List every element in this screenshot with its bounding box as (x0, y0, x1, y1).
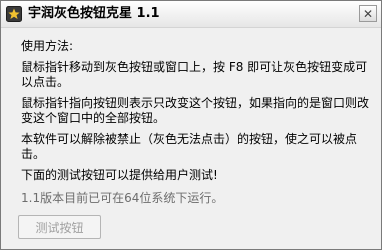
app-star-icon (6, 6, 22, 22)
dialog-body: 使用方法: 鼠标指针移动到灰色按钮或窗口上，按 F8 即可让灰色按钮变成可以点击… (1, 28, 381, 249)
usage-heading: 使用方法: (21, 39, 74, 53)
version-note: 1.1版本目前已可在64位系统下运行。 (21, 191, 224, 205)
app-window: 宇润灰色按钮克星 1.1 ✕ 使用方法: 鼠标指针移动到灰色按钮或窗口上，按 F… (0, 0, 382, 250)
title-bar[interactable]: 宇润灰色按钮克星 1.1 ✕ (1, 1, 381, 28)
close-button[interactable]: ✕ (359, 5, 377, 22)
test-button[interactable]: 测试按钮 (18, 215, 101, 239)
instruction-paragraph-4: 下面的测试按钮可以提供给用户测试! (21, 168, 218, 182)
instruction-paragraph-3: 本软件可以解除被禁止（灰色无法点击）的按钮，使之可以被点击。 (21, 132, 358, 161)
window-title: 宇润灰色按钮克星 1.1 (28, 6, 160, 21)
instruction-paragraph-1: 鼠标指针移动到灰色按钮或窗口上，按 F8 即可让灰色按钮变成可以点击。 (21, 60, 368, 89)
instruction-paragraph-2: 鼠标指针指向按钮则表示只改变这个按钮，如果指向的是窗口则改变这个窗口中的全部按钮… (21, 96, 370, 125)
